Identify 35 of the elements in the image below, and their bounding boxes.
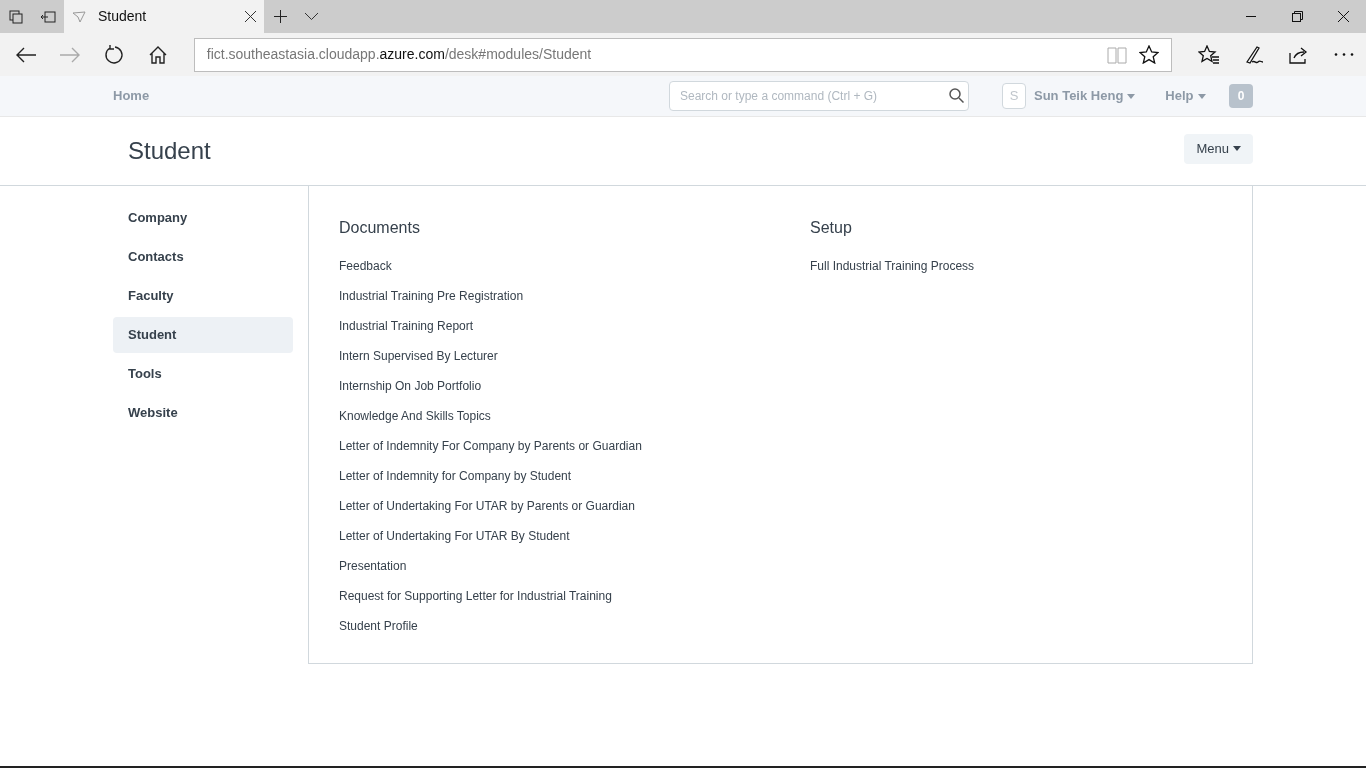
document-link[interactable]: Letter of Undertaking For UTAR By Student [339, 527, 570, 545]
address-bar[interactable]: fict.southeastasia.cloudapp.azure.com/desk#modules/Student [193, 37, 1173, 72]
search-icon [949, 88, 964, 103]
document-link[interactable]: Industrial Training Report [339, 317, 474, 335]
close-icon[interactable] [245, 11, 256, 22]
document-link[interactable]: Feedback [339, 257, 392, 275]
sidebar-item[interactable]: Contacts [113, 239, 293, 275]
document-link[interactable]: Industrial Training Pre Registration [339, 287, 524, 305]
section-heading: Setup [810, 218, 853, 238]
page-title: Student [128, 136, 212, 166]
document-link[interactable]: Knowledge And Skills Topics [339, 407, 491, 425]
menu-button[interactable]: Menu [1184, 133, 1253, 164]
avatar-initial: S [1009, 87, 1019, 106]
sidebar-item[interactable]: Tools [113, 356, 293, 392]
caret-icon [1127, 93, 1136, 99]
document-link[interactable]: Full Industrial Training Process [810, 257, 975, 275]
document-link[interactable]: Letter of Undertaking For UTAR by Parents or Guardian [339, 497, 635, 515]
search-field[interactable]: Search or type a command (Ctrl + G) [669, 81, 969, 111]
url-text: fict.southeastasia.cloudapp.azure.com/desk#modules/Student [206, 45, 593, 64]
section-heading: Documents [339, 218, 421, 238]
caret-icon [1233, 146, 1241, 151]
sidebar-item[interactable]: Company [113, 200, 293, 236]
sidebar-item[interactable]: Student [113, 317, 293, 353]
caret-icon [1197, 93, 1206, 99]
document-link[interactable]: Letter of Indemnity For Company by Parents or Guardian [339, 437, 642, 455]
document-link[interactable]: Intern Supervised By Lecturer [339, 347, 498, 365]
document-link[interactable]: Internship On Job Portfolio [339, 377, 482, 395]
document-link[interactable]: Presentation [339, 557, 407, 575]
document-link[interactable]: Student Profile [339, 617, 418, 635]
star-icon[interactable] [1139, 45, 1160, 64]
sidebar-item[interactable]: Faculty [113, 278, 293, 314]
sidebar-item[interactable]: Website [113, 395, 293, 431]
document-link[interactable]: Letter of Indemnity for Company by Student [339, 467, 572, 485]
document-link[interactable]: Request for Supporting Letter for Industrial Training [339, 587, 612, 605]
browser-tab[interactable]: Student [64, 0, 264, 33]
